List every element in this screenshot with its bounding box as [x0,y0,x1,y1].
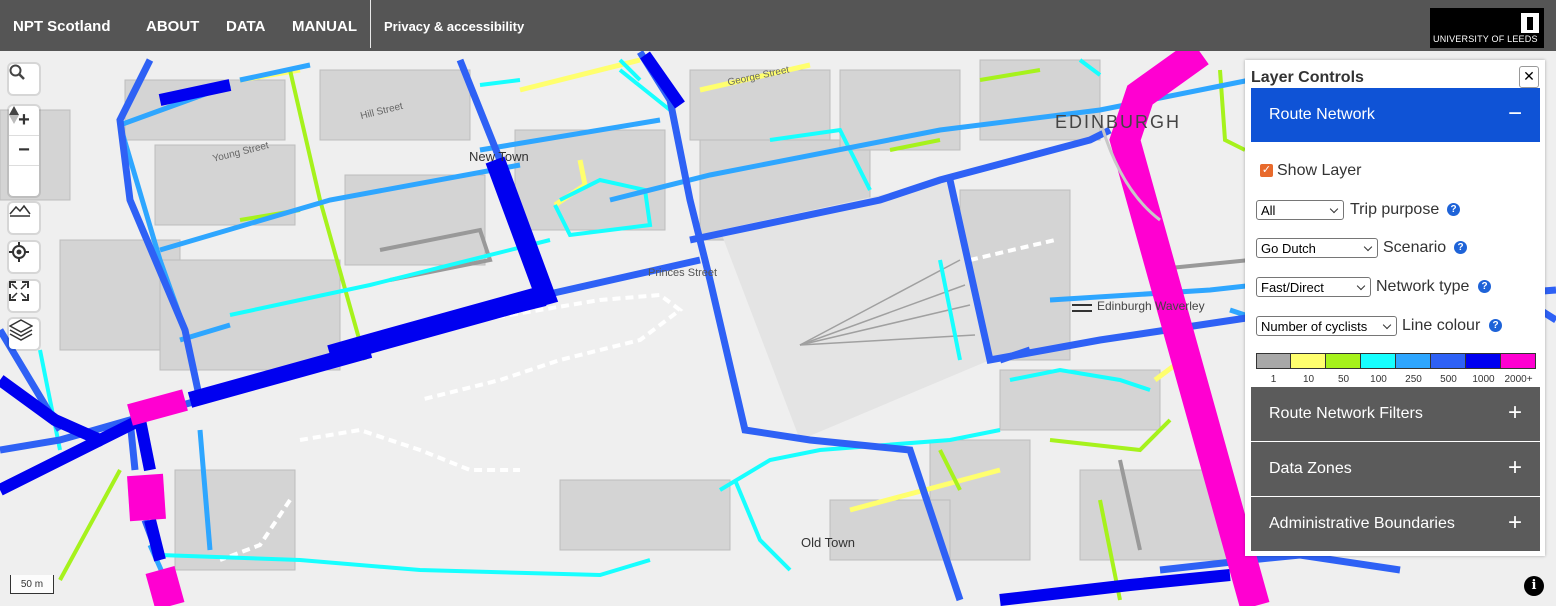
privacy-link[interactable]: Privacy & accessibility [384,19,524,34]
university-logo[interactable]: UNIVERSITY OF LEEDS [1430,8,1544,48]
legend-border [1256,353,1536,369]
expand-icon: + [1507,399,1522,426]
info-icon[interactable]: i [1524,576,1544,596]
legend-label: 1000 [1472,374,1495,385]
map-scale: 50 m [10,575,54,594]
zoom-control-group: + − [9,106,39,196]
trip-purpose-select[interactable]: All [1256,200,1344,220]
line-colour-select[interactable]: Number of cyclists [1256,316,1397,336]
legend-label: 100 [1370,374,1387,385]
map-label-edinburgh: EDINBURGH [1055,112,1182,132]
nav-about-link[interactable]: ABOUT [146,18,199,35]
show-layer-checkbox[interactable]: ✓ [1260,164,1273,177]
compass-button[interactable] [9,106,39,195]
crest-icon [1521,13,1539,33]
legend-label: 10 [1302,374,1315,385]
section-administrative-boundaries[interactable]: Administrative Boundaries + [1251,497,1540,551]
expand-icon: + [1507,509,1522,536]
line-colour-label: Line colour [1402,317,1481,334]
nav-manual-link[interactable]: MANUAL [292,18,357,35]
layer-controls-panel: Layer Controls ✕ Route Network − ✓ Show … [1245,60,1545,556]
geolocate-icon [9,242,29,262]
brand-link[interactable]: NPT Scotland [13,18,111,35]
fullscreen-button[interactable] [9,281,39,311]
network-type-help-icon[interactable]: ? [1478,280,1491,293]
layers-button[interactable] [9,319,39,349]
top-navbar: NPT Scotland ABOUT DATA MANUAL Privacy &… [0,0,1556,51]
trip-purpose-help-icon[interactable]: ? [1447,203,1460,216]
nav-data-link[interactable]: DATA [226,18,265,35]
section-route-network-label: Route Network [1269,106,1375,123]
university-logo-text: UNIVERSITY OF LEEDS [1433,34,1538,44]
section-filters-label: Route Network Filters [1269,405,1423,422]
show-layer-label: Show Layer [1277,162,1362,179]
map-label-new-town: New Town [469,149,529,164]
legend-label: 1 [1270,374,1277,385]
fullscreen-icon [9,281,29,301]
map-label-waverley: Edinburgh Waverley [1097,299,1205,313]
line-colour-help-icon[interactable]: ? [1489,319,1502,332]
layers-icon [9,319,33,341]
scenario-select[interactable]: Go Dutch [1256,238,1378,258]
section-data-zones-label: Data Zones [1269,460,1352,477]
panel-title: Layer Controls [1251,69,1364,86]
legend-label: 2000+ [1504,374,1533,385]
network-type-select[interactable]: Fast/Direct [1256,277,1371,297]
terrain-button[interactable] [9,203,39,233]
search-icon [9,64,25,80]
collapse-icon: − [1507,100,1522,127]
map-label-old-town: Old Town [801,535,855,550]
trip-purpose-label: Trip purpose [1350,201,1440,218]
section-admin-boundaries-label: Administrative Boundaries [1269,515,1455,532]
map-label-princes-street: Princes Street [648,267,718,279]
close-icon[interactable]: ✕ [1519,66,1539,88]
section-route-network[interactable]: Route Network − [1251,88,1540,142]
legend-label: 50 [1337,374,1350,385]
section-data-zones[interactable]: Data Zones + [1251,442,1540,496]
scenario-help-icon[interactable]: ? [1454,241,1467,254]
compass-icon [9,106,19,124]
zoom-out-button[interactable]: − [9,136,39,166]
geolocate-button[interactable] [9,242,39,272]
section-route-network-filters[interactable]: Route Network Filters + [1251,387,1540,441]
scenario-label: Scenario [1383,239,1447,256]
expand-icon: + [1507,454,1522,481]
terrain-icon [9,204,31,217]
legend-label: 250 [1405,374,1422,385]
legend-label: 500 [1440,374,1457,385]
network-type-label: Network type [1376,278,1470,295]
search-button[interactable] [9,64,39,94]
nav-divider [370,0,371,48]
